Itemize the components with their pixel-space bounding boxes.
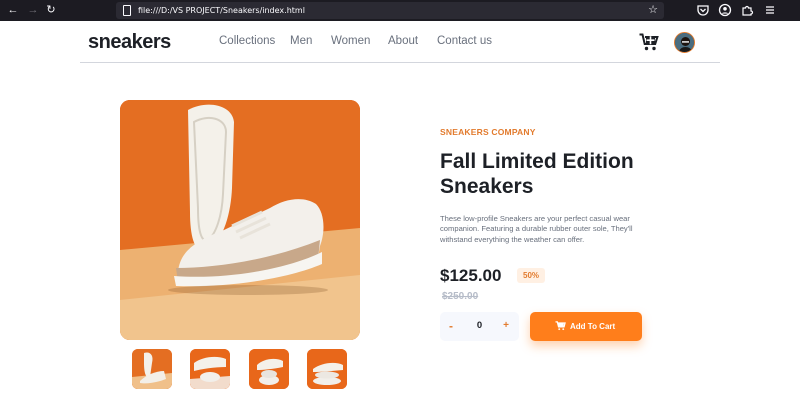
nav-collections[interactable]: Collections: [219, 35, 275, 47]
company-name: SNEAKERS COMPANY: [440, 127, 536, 137]
menu-icon[interactable]: [763, 3, 777, 17]
sneaker-photo: [120, 100, 360, 340]
product-title: Fall Limited Edition Sneakers: [440, 150, 634, 198]
current-price: $125.00: [440, 266, 502, 285]
pocket-icon[interactable]: [696, 3, 710, 17]
cart-icon: [555, 321, 566, 331]
thumbnail-image: [249, 349, 289, 389]
quantity-stepper: - 0 +: [440, 312, 519, 341]
thumbnail-image: [307, 349, 347, 389]
thumbnail-image: [132, 349, 172, 389]
thumbnail-2[interactable]: [190, 349, 230, 389]
site-logo[interactable]: sneakers: [88, 31, 171, 54]
thumbnail-1[interactable]: [132, 349, 172, 389]
thumbnail-4[interactable]: [307, 349, 347, 389]
thumbnail-3[interactable]: [249, 349, 289, 389]
back-arrow-icon[interactable]: ←: [6, 3, 20, 17]
file-icon: [123, 5, 131, 16]
site-header: sneakers Collections Men Women About Con…: [80, 21, 720, 63]
nav-men[interactable]: Men: [290, 35, 312, 47]
add-to-cart-label: Add To Cart: [570, 322, 616, 331]
nav-about[interactable]: About: [388, 35, 418, 47]
avatar-icon: [675, 33, 694, 52]
user-avatar[interactable]: [674, 32, 695, 53]
address-bar[interactable]: file:///D:/VS PROJECT/Sneakers/index.htm…: [116, 2, 664, 19]
add-to-cart-button[interactable]: Add To Cart: [530, 312, 642, 341]
nav-women[interactable]: Women: [331, 35, 370, 47]
discount-badge: 50%: [517, 268, 546, 283]
bookmark-star-icon[interactable]: ☆: [648, 3, 658, 17]
account-icon[interactable]: [718, 3, 732, 17]
reload-icon[interactable]: ↻: [44, 3, 58, 17]
cart-add-icon[interactable]: [639, 33, 659, 51]
product-description: These low-profile Sneakers are your perf…: [440, 214, 633, 244]
product-main-image[interactable]: [120, 100, 360, 340]
forward-arrow-icon[interactable]: →: [26, 3, 40, 17]
increase-quantity-button[interactable]: +: [499, 318, 513, 334]
url-text[interactable]: file:///D:/VS PROJECT/Sneakers/index.htm…: [138, 4, 305, 17]
original-price: $250.00: [442, 291, 479, 302]
nav-contact[interactable]: Contact us: [437, 35, 492, 47]
thumbnail-image: [190, 349, 230, 389]
extensions-icon[interactable]: [740, 3, 754, 17]
browser-toolbar: ← → ↻ file:///D:/VS PROJECT/Sneakers/ind…: [0, 0, 800, 21]
